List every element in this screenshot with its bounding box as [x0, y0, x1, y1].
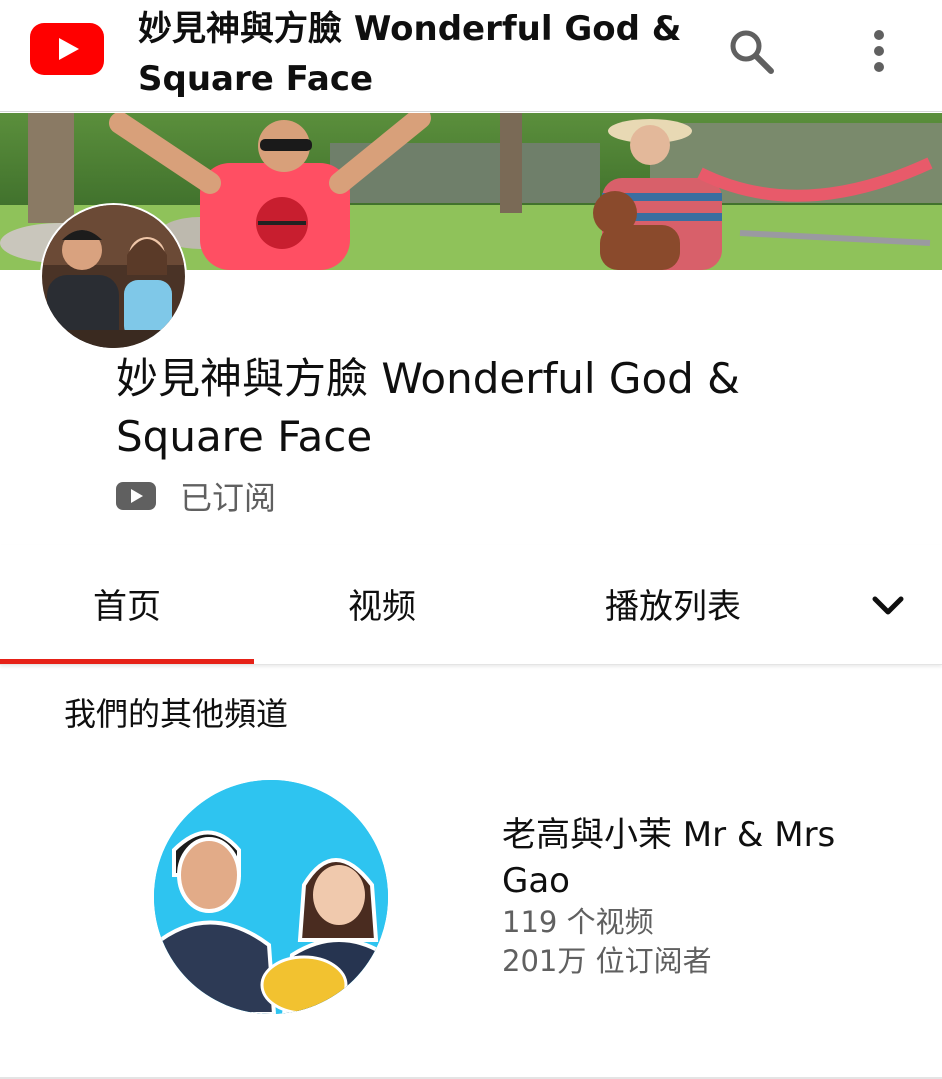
tabs-more-button[interactable] [858, 575, 918, 635]
channel-avatar-image [42, 205, 185, 348]
featured-channel-avatar-image [154, 780, 388, 1014]
search-icon [730, 30, 774, 74]
tab-label: 首页 [93, 587, 161, 627]
section-title: 我們的其他頻道 [64, 695, 289, 733]
tab-home[interactable]: 首页 [0, 545, 254, 662]
app-bar-title: 妙見神與方臉 Wonderful God & Square Face [138, 9, 682, 99]
featured-channel-card[interactable]: 老高與小茉 Mr & Mrs Gao 119 个视频 201万 位订阅者 [0, 760, 942, 1060]
app-bar: 妙見神與方臉 Wonderful God & Square Face [0, 0, 942, 112]
tab-playlists[interactable]: 播放列表 [510, 545, 836, 662]
channel-avatar [40, 203, 187, 350]
featured-channel-subscriber-count: 201万 位订阅者 [502, 944, 712, 978]
tab-label: 播放列表 [605, 587, 741, 627]
chevron-down-icon [872, 596, 904, 615]
channel-tabs: 首页 视频 播放列表 [0, 545, 942, 665]
subscribe-status: 已订阅 [180, 479, 277, 517]
featured-channel-name[interactable]: 老高與小茉 Mr & Mrs Gao [502, 812, 882, 904]
subscribe-status-row[interactable]: 已订阅 [116, 474, 276, 518]
tab-label: 视频 [348, 587, 416, 627]
search-button[interactable] [722, 22, 780, 80]
featured-channel-avatar[interactable] [154, 780, 388, 1014]
youtube-play-icon [116, 482, 156, 510]
more-options-button[interactable] [858, 22, 900, 80]
tab-selected-indicator [0, 659, 254, 664]
more-vert-icon [874, 30, 884, 72]
channel-name: 妙見神與方臉 Wonderful God & Square Face [116, 354, 740, 461]
youtube-logo-icon[interactable] [30, 23, 104, 75]
tab-videos[interactable]: 视频 [254, 545, 510, 662]
featured-channel-video-count: 119 个视频 [502, 905, 654, 939]
